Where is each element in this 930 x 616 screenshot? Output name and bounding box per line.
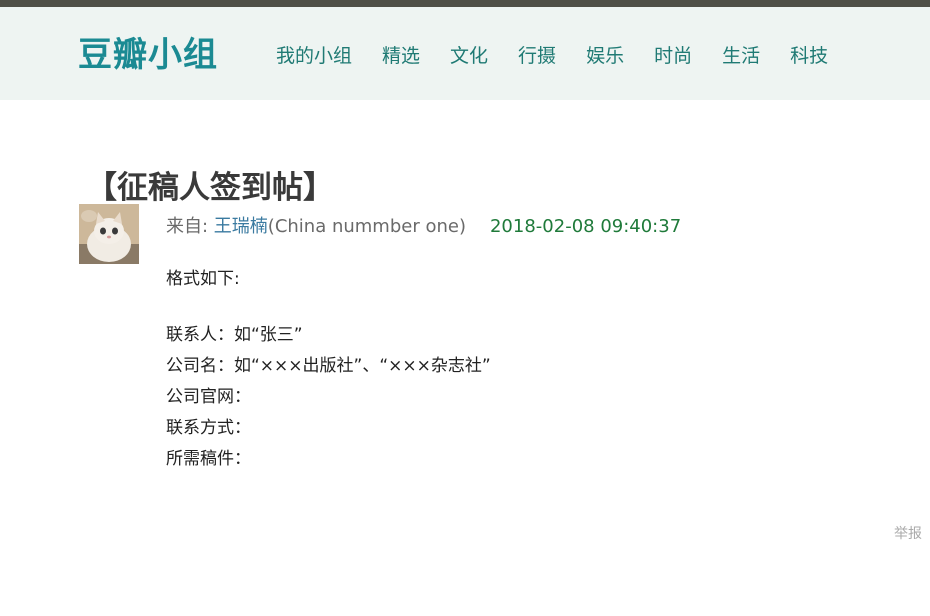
author-avatar[interactable] xyxy=(79,204,139,264)
nav-item-featured[interactable]: 精选 xyxy=(382,43,420,69)
post-meta: 来自: 王瑞楠(China nummber one) 2018-02-08 09:… xyxy=(166,214,681,240)
post-body: 格式如下: 联系人：如“张三” 公司名：如“×××出版社”、“×××杂志社” 公… xyxy=(166,264,491,475)
post-title: 【征稿人签到帖】 xyxy=(86,169,334,206)
body-line: 联系人：如“张三” xyxy=(166,325,303,345)
nav-item-travel[interactable]: 行摄 xyxy=(518,43,556,69)
nav-item-tech[interactable]: 科技 xyxy=(790,43,828,69)
nav-item-life[interactable]: 生活 xyxy=(722,43,760,69)
body-spacer xyxy=(166,295,491,320)
body-line: 公司官网： xyxy=(166,387,251,407)
author-suffix: (China nummber one) xyxy=(267,216,466,237)
body-line: 公司名：如“×××出版社”、“×××杂志社” xyxy=(166,356,491,376)
site-header: 豆瓣小组 我的小组 精选 文化 行摄 娱乐 时尚 生活 科技 xyxy=(0,7,930,100)
body-line: 联系方式： xyxy=(166,418,251,438)
nav-item-my-groups[interactable]: 我的小组 xyxy=(276,43,352,69)
post-timestamp: 2018-02-08 09:40:37 xyxy=(489,216,682,237)
nav-item-culture[interactable]: 文化 xyxy=(450,43,488,69)
nav-item-fashion[interactable]: 时尚 xyxy=(654,43,692,69)
from-label: 来自: xyxy=(166,216,214,237)
site-logo[interactable]: 豆瓣小组 xyxy=(78,33,218,77)
nav-item-entertainment[interactable]: 娱乐 xyxy=(586,43,624,69)
report-link[interactable]: 举报 xyxy=(894,524,922,544)
body-intro: 格式如下: xyxy=(166,269,240,289)
cat-photo-icon xyxy=(79,204,139,264)
top-dark-bar xyxy=(0,0,930,7)
body-line: 所需稿件： xyxy=(166,449,251,469)
author-link[interactable]: 王瑞楠 xyxy=(214,216,268,237)
main-nav: 我的小组 精选 文化 行摄 娱乐 时尚 生活 科技 xyxy=(276,43,828,69)
